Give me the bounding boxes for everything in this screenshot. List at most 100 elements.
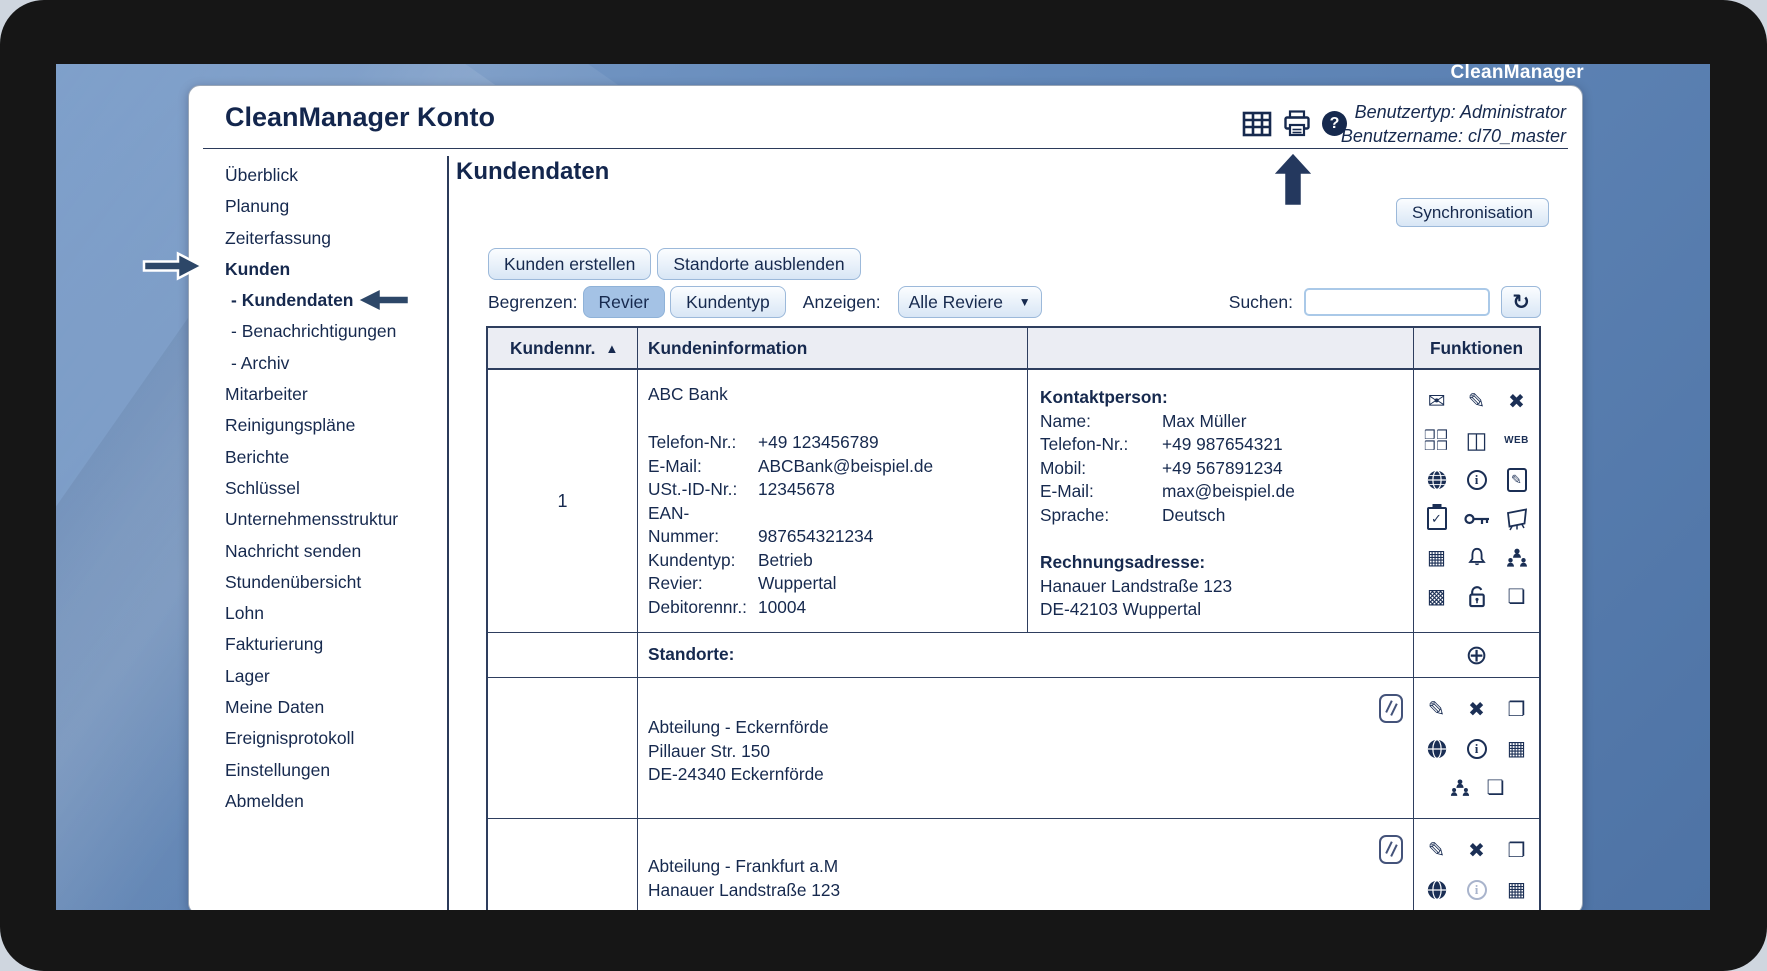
sidebar-item-ueberblick[interactable]: Überblick: [203, 160, 443, 191]
synchronisation-button[interactable]: Synchronisation: [1396, 198, 1549, 227]
documents-icon[interactable]: ❏: [1487, 778, 1505, 798]
sidebar-item-lohn[interactable]: Lohn: [203, 598, 443, 629]
empty-number-cell: [488, 633, 638, 677]
location-address-cell: Abteilung - Frankfurt a.M Hanauer Landst…: [638, 819, 1414, 910]
clipboard-check-icon[interactable]: ✓: [1426, 507, 1447, 530]
sidebar-item-nachricht-senden[interactable]: Nachricht senden: [203, 536, 443, 567]
locations-header-row: Standorte: ⊕: [488, 632, 1539, 677]
sidebar-item-einstellungen[interactable]: Einstellungen: [203, 755, 443, 786]
field-value: 987654321234: [758, 526, 874, 546]
customer-contact-cell: Kontaktperson: Name: Max Müller Telefon-N…: [1028, 370, 1414, 632]
sidebar-item-mitarbeiter[interactable]: Mitarbeiter: [203, 379, 443, 410]
sidebar-item-zeiterfassung[interactable]: Zeiterfassung: [203, 223, 443, 254]
location-line: DE-24340 Eckernförde: [648, 764, 824, 784]
sidebar-item-schluessel[interactable]: Schlüssel: [203, 473, 443, 504]
field-value: 10004: [758, 596, 807, 617]
delete-icon[interactable]: ✖: [1468, 700, 1485, 720]
sidebar-item-lager[interactable]: Lager: [203, 661, 443, 692]
create-customer-button[interactable]: Kunden erstellen: [488, 248, 652, 280]
sort-asc-icon[interactable]: ▲: [605, 341, 618, 356]
filter-revier-button[interactable]: Revier: [582, 286, 666, 318]
location-address-cell: Abteilung - Eckernförde Pillauer Str. 15…: [638, 678, 1414, 818]
section-heading: Kundendaten: [456, 158, 610, 185]
field-label: Name:: [1040, 410, 1091, 431]
archive-box-icon[interactable]: ❐: [1508, 841, 1526, 861]
info-icon[interactable]: i: [1466, 738, 1487, 759]
field-value: Max Müller: [1162, 410, 1247, 431]
sidebar-divider: [447, 156, 449, 910]
delete-icon[interactable]: ✖: [1508, 392, 1525, 412]
show-label: Anzeigen:: [802, 291, 881, 312]
sidebar-item-kunden[interactable]: Kunden: [203, 254, 443, 285]
mail-icon[interactable]: ✉: [1428, 391, 1446, 412]
ledger-icon[interactable]: ◫: [1466, 429, 1488, 452]
user-name: Benutzername: cl70_master: [1340, 126, 1566, 147]
people-icon[interactable]: [1505, 547, 1529, 569]
delete-icon[interactable]: ✖: [1468, 841, 1485, 861]
refresh-button[interactable]: ↻: [1501, 286, 1541, 318]
lock-open-icon[interactable]: [1466, 584, 1488, 609]
sidebar-nav: Überblick Planung Zeiterfassung Kunden -…: [203, 160, 443, 817]
bell-icon[interactable]: [1466, 546, 1488, 569]
pointer-arrow-print-icon: [1269, 150, 1317, 208]
refresh-icon: ↻: [1512, 290, 1530, 314]
sidebar-item-stundenuebersicht[interactable]: Stundenübersicht: [203, 567, 443, 598]
notes-icon[interactable]: [1379, 694, 1403, 723]
sidebar-item-benachrichtigungen[interactable]: - Benachrichtigungen: [203, 316, 443, 347]
sidebar-item-fakturierung[interactable]: Fakturierung: [203, 629, 443, 660]
field-label: EAN-Nummer:: [648, 502, 720, 547]
location-functions-cell: ✎ ✖ ❐ i ▦ ❏: [1414, 678, 1539, 818]
documents-icon[interactable]: ❏: [1508, 587, 1526, 607]
calendar-icon[interactable]: ▦: [1507, 880, 1526, 900]
archive-box-icon[interactable]: ❐: [1508, 700, 1526, 720]
print-icon[interactable]: [1283, 110, 1311, 137]
modules-icon[interactable]: ❒❒❒❒: [1423, 429, 1451, 452]
edit-icon[interactable]: ✎: [1468, 391, 1486, 412]
edit-icon[interactable]: ✎: [1428, 699, 1446, 720]
calendar-icon[interactable]: ▦: [1507, 739, 1526, 759]
sidebar-item-berichte[interactable]: Berichte: [203, 442, 443, 473]
note-edit-icon[interactable]: ✎: [1506, 467, 1527, 492]
table-view-icon[interactable]: [1242, 111, 1272, 137]
sidebar-item-reinigungsplaene[interactable]: Reinigungspläne: [203, 410, 443, 441]
locations-functions-cell: ⊕: [1414, 633, 1539, 677]
sidebar-item-abmelden[interactable]: Abmelden: [203, 786, 443, 817]
filter-kundentyp-button[interactable]: Kundentyp: [670, 286, 786, 318]
calendar-icon[interactable]: ▦: [1427, 548, 1446, 568]
field-label: Telefon-Nr.:: [648, 432, 737, 452]
sidebar-item-meine-daten[interactable]: Meine Daten: [203, 692, 443, 723]
map-icon[interactable]: [1505, 507, 1529, 531]
column-header-funktionen: Funktionen: [1429, 337, 1524, 358]
notes-icon[interactable]: [1379, 835, 1403, 864]
field-label: Mobil:: [1040, 457, 1087, 478]
info-glyph: i: [1474, 740, 1479, 756]
edit-icon[interactable]: ✎: [1428, 840, 1446, 861]
field-label: Telefon-Nr.:: [1040, 434, 1129, 454]
reviere-dropdown[interactable]: Alle Reviere ▼: [897, 286, 1042, 318]
info-icon[interactable]: i: [1466, 469, 1487, 490]
globe-icon[interactable]: [1426, 879, 1448, 901]
sidebar-item-ereignisprotokoll[interactable]: Ereignisprotokoll: [203, 723, 443, 754]
sidebar-item-planung[interactable]: Planung: [203, 191, 443, 222]
location-row-eckernfoerde: Abteilung - Eckernförde Pillauer Str. 15…: [488, 677, 1539, 818]
location-line: Pillauer Str. 150: [648, 740, 770, 761]
billing-heading: Rechnungsadresse:: [1040, 552, 1206, 572]
add-location-icon[interactable]: ⊕: [1465, 641, 1488, 669]
qr-code-icon[interactable]: ▩: [1427, 587, 1446, 607]
globe-icon[interactable]: [1426, 738, 1448, 760]
empty-number-cell: [488, 819, 638, 910]
sidebar-item-unternehmensstruktur[interactable]: Unternehmensstruktur: [203, 504, 443, 535]
field-label: E-Mail:: [648, 455, 702, 476]
globe-icon[interactable]: [1426, 469, 1448, 491]
sidebar-item-archiv[interactable]: - Archiv: [203, 348, 443, 379]
column-header-kundennr[interactable]: Kundennr. ▲: [488, 328, 638, 368]
screen-frame: CleanManager CleanManager Konto ? Benutz…: [0, 0, 1767, 971]
key-icon[interactable]: [1463, 511, 1490, 527]
user-info: Benutzertyp: Administrator Benutzername:…: [1341, 100, 1566, 149]
web-icon[interactable]: WEB: [1504, 435, 1529, 446]
hide-locations-button[interactable]: Standorte ausblenden: [657, 248, 861, 280]
people-icon[interactable]: [1449, 778, 1471, 798]
column-header-empty: [1028, 328, 1414, 368]
search-input[interactable]: [1304, 288, 1490, 316]
reviere-dropdown-value: Alle Reviere: [908, 291, 1003, 312]
